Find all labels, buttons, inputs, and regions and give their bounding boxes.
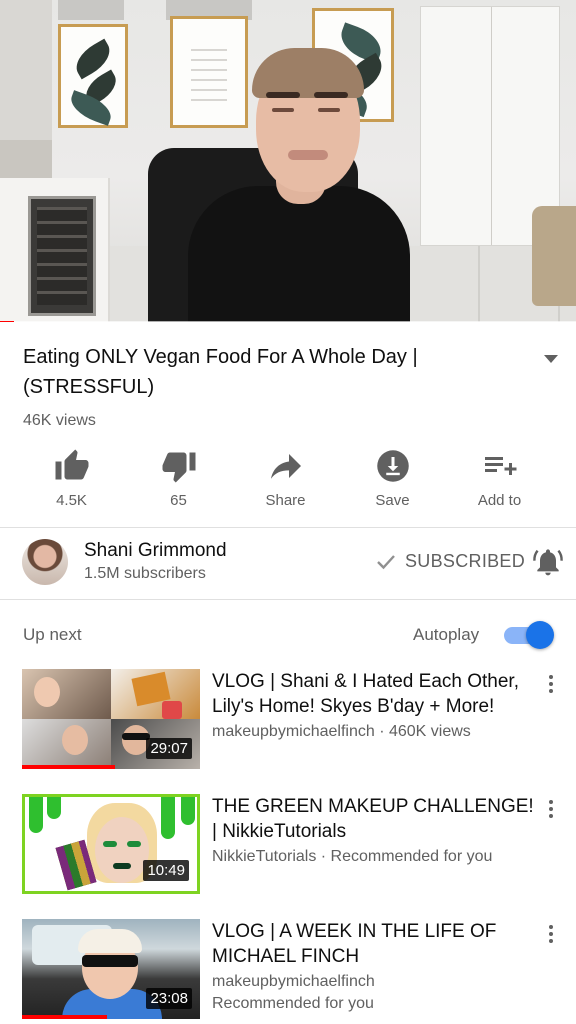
video-list-meta: Recommended for you xyxy=(212,995,374,1012)
divider xyxy=(0,599,576,600)
scene-picture-frame xyxy=(58,24,128,128)
dislike-button[interactable]: 65 xyxy=(125,446,232,516)
channel-avatar[interactable] xyxy=(22,539,68,585)
video-player[interactable] xyxy=(0,0,576,322)
add-to-button[interactable]: Add to xyxy=(446,446,553,516)
watched-progress xyxy=(22,765,115,769)
channel-name[interactable]: Shani Grimmond xyxy=(84,540,227,562)
scene-eye xyxy=(272,108,294,112)
expand-description-icon[interactable] xyxy=(540,352,562,366)
checkmark-icon xyxy=(377,555,395,570)
share-button[interactable]: Share xyxy=(232,446,339,516)
view-count: 46K views xyxy=(23,412,96,429)
video-list-title[interactable]: VLOG | A WEEK IN THE LIFE OF MICHAEL FIN… xyxy=(212,919,536,969)
video-list-meta: NikkieTutorials · Recommended for you xyxy=(212,848,493,865)
list-item[interactable]: 10:49 THE GREEN MAKEUP CHALLENGE! | Nikk… xyxy=(0,794,576,898)
add-to-playlist-icon xyxy=(484,457,516,475)
duration-badge: 29:07 xyxy=(146,738,192,759)
action-bar: 4.5K 65 Share Save Add to xyxy=(0,446,576,516)
like-count: 4.5K xyxy=(56,492,87,509)
scene-poster-frame xyxy=(170,16,248,128)
scene-person xyxy=(188,186,410,322)
scene-shelf xyxy=(0,140,52,180)
video-thumbnail[interactable]: 29:07 xyxy=(22,669,200,769)
video-thumbnail[interactable]: 23:08 xyxy=(22,919,200,1019)
divider xyxy=(0,527,576,528)
video-progress-fill xyxy=(0,321,15,322)
subscriber-count: 1.5M subscribers xyxy=(84,565,206,582)
duration-badge: 10:49 xyxy=(143,860,189,881)
add-to-label: Add to xyxy=(477,492,522,509)
notification-bell-icon[interactable] xyxy=(532,546,564,578)
video-list-title[interactable]: VLOG | Shani & I Hated Each Other, Lily'… xyxy=(212,669,536,719)
watched-progress xyxy=(22,1015,108,1019)
scene-sofa xyxy=(532,206,576,306)
more-options-icon[interactable] xyxy=(544,798,558,820)
autoplay-label: Autoplay xyxy=(413,625,480,644)
more-options-icon[interactable] xyxy=(544,673,558,695)
scene-lips xyxy=(288,150,328,160)
scene-brow xyxy=(314,92,348,98)
more-options-icon[interactable] xyxy=(544,923,558,945)
list-item[interactable]: 29:07 VLOG | Shani & I Hated Each Other,… xyxy=(0,669,576,773)
thumb-up-icon xyxy=(55,449,88,480)
video-list-meta: makeupbymichaelfinch xyxy=(212,973,375,990)
video-thumbnail[interactable]: 10:49 xyxy=(22,794,200,894)
video-list-meta: makeupbymichaelfinch · 460K views xyxy=(212,723,471,740)
save-button[interactable]: Save xyxy=(339,446,446,516)
scene-wine-fridge xyxy=(28,196,96,316)
scene-brow xyxy=(266,92,300,98)
share-label: Share xyxy=(265,492,306,509)
duration-badge: 23:08 xyxy=(146,988,192,1009)
dislike-count: 65 xyxy=(170,492,187,509)
video-title: Eating ONLY Vegan Food For A Whole Day |… xyxy=(23,346,418,398)
toggle-knob xyxy=(526,621,554,649)
video-progress-bar[interactable] xyxy=(0,321,576,322)
subscribed-button[interactable]: SUBSCRIBED xyxy=(405,551,525,572)
scene-vent xyxy=(58,0,124,20)
save-label: Save xyxy=(375,492,410,509)
like-button[interactable]: 4.5K xyxy=(18,446,125,516)
scene-eye xyxy=(318,108,340,112)
thumb-down-icon xyxy=(162,452,195,483)
video-list-title[interactable]: THE GREEN MAKEUP CHALLENGE! | NikkieTuto… xyxy=(212,794,536,844)
download-icon xyxy=(376,450,409,482)
list-item[interactable]: 23:08 VLOG | A WEEK IN THE LIFE OF MICHA… xyxy=(0,919,576,1023)
autoplay-toggle[interactable] xyxy=(502,621,554,649)
share-icon xyxy=(270,454,301,479)
up-next-heading: Up next xyxy=(23,625,82,644)
